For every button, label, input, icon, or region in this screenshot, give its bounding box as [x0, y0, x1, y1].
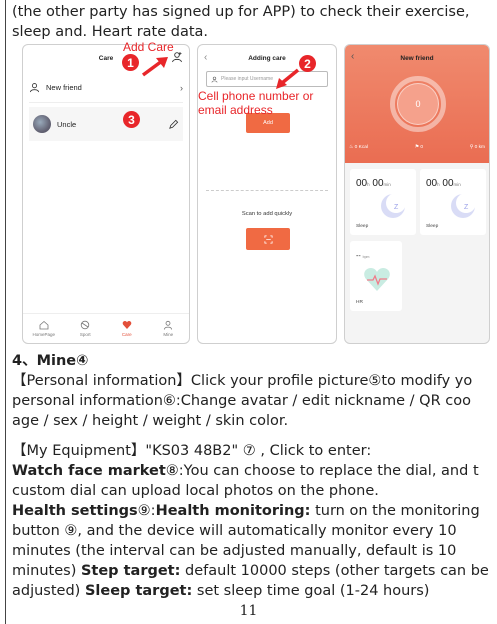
stat-flag: ⚑ 0 — [414, 145, 424, 150]
section-mine: 4、Mine④ 【Personal information】Click your… — [12, 351, 497, 601]
tab-label: HomePage — [32, 332, 55, 337]
tab-label: Sport — [79, 332, 91, 337]
heart-rate-card[interactable]: -- bpm HR — [350, 241, 402, 311]
tab-homepage[interactable]: HomePage — [23, 314, 65, 343]
stats-row: ♨ 0 Kcal ⚑ 0 ⚲ 0 km — [349, 145, 485, 150]
tab-bar: HomePage Sport Care Mine — [23, 313, 189, 343]
sleep-label: Sleep — [356, 224, 369, 229]
cell-annotation-line-2: email address — [198, 103, 273, 117]
stat-km: ⚲ 0 km — [469, 145, 485, 150]
page-number: 11 — [239, 603, 258, 619]
health-line-5: adjusted) Sleep target: set sleep time g… — [12, 583, 430, 599]
add-care-annotation: Add Care — [123, 40, 174, 54]
cell-annotation: Cell phone number or email address — [198, 89, 313, 117]
equipment-line: 【My Equipment】"KS03 48B2" ⑦ , Click to e… — [12, 443, 372, 459]
sleep-value: 00h 00min — [356, 178, 391, 189]
scan-button[interactable] — [246, 228, 290, 250]
intro-line-2: sleep and. Heart rate data. — [12, 24, 209, 40]
care-screen: Care New friend › Uncle HomePage Sport C… — [22, 44, 190, 344]
contact-name: Uncle — [57, 119, 77, 129]
chevron-right-icon: › — [180, 82, 183, 93]
scan-icon — [263, 234, 273, 244]
heart-icon — [122, 321, 132, 329]
new-friend-label: New friend — [46, 83, 82, 92]
tab-label: Mine — [163, 332, 174, 337]
new-friend-screen: ‹ New friend 0 ♨ 0 Kcal ⚑ 0 ⚲ 0 km 00h 0… — [344, 44, 490, 344]
moon-icon: Z — [381, 193, 406, 218]
sleep-value: 00h 00min — [426, 178, 461, 189]
intro-text: (the other party has signed up for APP) … — [12, 2, 497, 42]
badge-1: 1 — [122, 54, 139, 71]
sleep-card[interactable]: 00h 00min Z Sleep — [420, 169, 486, 235]
tab-care[interactable]: Care — [106, 314, 148, 343]
health-line-1: Health settings⑨:Health monitoring: turn… — [12, 503, 480, 519]
sleep-card[interactable]: 00h 00min Z Sleep — [350, 169, 416, 235]
person-icon — [29, 83, 40, 93]
tab-mine[interactable]: Mine — [148, 314, 190, 343]
health-line-2: button ⑨, and the device will automatica… — [12, 523, 457, 539]
tab-label: Care — [121, 332, 132, 337]
scan-label: Scan to add quickly — [241, 211, 293, 217]
health-line-3: minutes (the interval can be adjusted ma… — [12, 543, 457, 559]
svg-text:Z: Z — [464, 204, 469, 211]
watch-line-1: Watch face market⑧:You can choose to rep… — [12, 463, 479, 479]
arrow-icon — [141, 57, 168, 77]
sleep-label: Sleep — [426, 224, 439, 229]
input-placeholder: Please input Username — [221, 76, 273, 82]
ring-value: 0 — [397, 83, 439, 125]
watch-line-2: custom dial can upload local photos on t… — [12, 483, 379, 499]
personal-line-3: age / sex / height / weight / skin color… — [12, 413, 289, 429]
page-border — [5, 0, 6, 624]
contact-row-uncle[interactable]: Uncle — [29, 107, 183, 141]
avatar — [33, 115, 51, 133]
heart-icon — [364, 268, 390, 291]
new-friend-title: New friend — [400, 55, 434, 62]
username-input[interactable]: Please input Username — [206, 71, 328, 87]
health-line-4: minutes) Step target: default 10000 step… — [12, 563, 489, 579]
moon-icon: Z — [451, 193, 476, 218]
badge-2: 2 — [299, 55, 316, 72]
home-icon — [39, 320, 49, 330]
tab-sport[interactable]: Sport — [65, 314, 107, 343]
divider — [206, 190, 328, 191]
stat-kcal: ♨ 0 Kcal — [349, 145, 368, 150]
arrow-icon — [276, 68, 300, 89]
intro-line-1: (the other party has signed up for APP) … — [12, 4, 470, 20]
hr-label: HR — [356, 300, 363, 305]
hr-value: -- bpm — [356, 253, 370, 260]
section-heading: 4、Mine④ — [12, 353, 89, 369]
edit-icon[interactable] — [168, 119, 179, 130]
cell-annotation-line-1: Cell phone number or — [198, 89, 314, 103]
sport-icon — [81, 320, 90, 330]
svg-text:Z: Z — [394, 204, 399, 211]
person-icon — [211, 76, 218, 83]
personal-line-1: 【Personal information】Click your profile… — [12, 373, 473, 389]
person-icon — [164, 320, 173, 330]
badge-3: 3 — [123, 111, 140, 128]
personal-line-2: personal information⑥:Change avatar / ed… — [12, 393, 471, 409]
